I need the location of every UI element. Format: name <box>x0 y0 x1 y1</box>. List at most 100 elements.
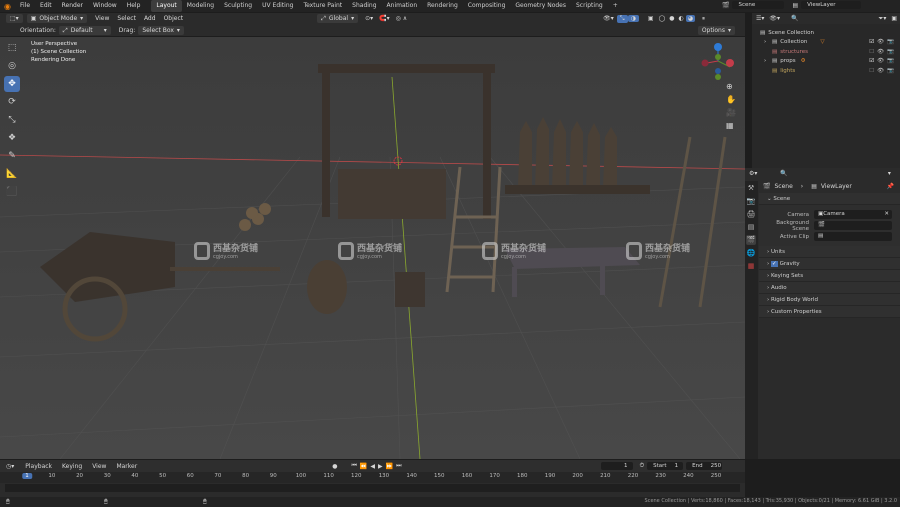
timeline-menu-view[interactable]: View <box>87 463 111 470</box>
options-dropdown[interactable]: Options ▾ <box>697 25 735 35</box>
workspace-tab[interactable]: Modeling <box>182 0 219 12</box>
proportional-edit-icon[interactable]: ◎ ∧ <box>393 15 411 22</box>
prev-keyframe-icon[interactable]: ⏪ <box>360 463 367 470</box>
editor-type-dropdown[interactable]: ⬚▾ <box>6 14 23 23</box>
workspace-tab[interactable]: Texture Paint <box>298 0 347 12</box>
play-icon[interactable]: ▶ <box>378 463 383 470</box>
select-menu[interactable]: Select <box>113 15 140 22</box>
workspace-tab[interactable]: Layout <box>151 0 182 12</box>
pivot-icon[interactable]: ⊙▾ <box>362 15 376 22</box>
drag-dropdown[interactable]: Select Box ▾ <box>138 25 184 35</box>
outliner-root[interactable]: ▤ Scene Collection <box>752 28 900 38</box>
panel-header[interactable]: › Custom Properties <box>759 306 900 318</box>
scene-selector[interactable]: Scene <box>732 1 785 9</box>
gizmo-toggle-icon[interactable]: ⤡ <box>616 14 628 23</box>
menu-file[interactable]: File <box>15 0 35 12</box>
workspace-tab[interactable]: + <box>608 0 623 12</box>
gravity-checkbox[interactable]: ✓ <box>770 261 778 267</box>
outliner-item[interactable]: › ▤ props ⚙ ☑ 👁 📷 <box>752 57 900 67</box>
workspace-tab[interactable]: Geometry Nodes <box>510 0 571 12</box>
eye-icon[interactable]: 👁 <box>877 58 884 64</box>
outliner-item[interactable]: ▤ structures ☐ 👁 📷 <box>752 47 900 57</box>
world-tab-icon[interactable]: 🌐 <box>746 248 756 258</box>
background-scene-input[interactable]: 🎬 <box>814 221 892 230</box>
panel-header[interactable]: › Rigid Body World <box>759 294 900 306</box>
transform-icon[interactable]: ❖ <box>4 130 20 146</box>
view-menu[interactable]: View <box>91 15 113 22</box>
record-icon[interactable]: ● <box>332 463 337 470</box>
workspace-tab[interactable]: Compositing <box>463 0 511 12</box>
add-menu[interactable]: Add <box>140 15 160 22</box>
outliner-editor-icon[interactable]: ☰▾ <box>756 15 764 22</box>
start-frame-field[interactable]: Start 1 <box>647 462 684 470</box>
menu-window[interactable]: Window <box>88 0 122 12</box>
active-clip-input[interactable]: ▤ <box>814 232 892 241</box>
menu-help[interactable]: Help <box>122 0 146 12</box>
timeline-menu-marker[interactable]: Marker <box>111 463 142 470</box>
camera-view-icon[interactable]: 🎥 <box>726 108 736 117</box>
workspace-tab[interactable]: Shading <box>347 0 381 12</box>
scene-tab-icon[interactable]: 🎬 <box>746 235 756 245</box>
jump-start-icon[interactable]: ⏮ <box>351 462 356 470</box>
scene-panel-header[interactable]: ⌄ Scene <box>759 193 900 205</box>
orientation-dropdown[interactable]: ⤢ Default ▾ <box>58 25 111 35</box>
camera-input[interactable]: ▣ Camera ✕ <box>814 210 892 219</box>
timeline-menu-keying[interactable]: Keying <box>57 463 87 470</box>
properties-editor-icon[interactable]: ⚙▾ <box>749 170 757 177</box>
current-frame-field[interactable]: 1 <box>601 462 634 470</box>
shading-rendered-icon[interactable]: ◕ <box>685 15 695 22</box>
chevron-right-icon[interactable]: › <box>764 39 769 45</box>
navigation-gizmo[interactable] <box>698 41 738 81</box>
workspace-tab[interactable]: UV Editing <box>257 0 298 12</box>
next-keyframe-icon[interactable]: ⏩ <box>386 463 393 470</box>
play-reverse-icon[interactable]: ◀ <box>370 463 375 470</box>
eye-icon[interactable]: 👁 <box>877 39 884 45</box>
add-cube-icon[interactable]: ⬛ <box>4 184 20 200</box>
panel-header[interactable]: › ✓ Gravity <box>759 258 900 270</box>
object-menu[interactable]: Object <box>160 15 188 22</box>
new-collection-icon[interactable]: ▣ <box>891 15 897 22</box>
output-tab-icon[interactable]: 🖨 <box>746 209 756 219</box>
snap-icon[interactable]: 🧲▾ <box>376 15 392 22</box>
exclude-checkbox[interactable]: ☐ <box>869 49 874 55</box>
render-camera-icon[interactable]: 📷 <box>887 68 894 74</box>
timeline-editor-icon[interactable]: ◷▾ <box>6 463 14 470</box>
workspace-tab[interactable]: Sculpting <box>219 0 257 12</box>
outliner-item[interactable]: › ▤ Collection ▽ ☑ 👁 📷 <box>752 38 900 48</box>
shading-material-icon[interactable]: ◐ <box>677 15 686 22</box>
workspace-tab[interactable]: Scripting <box>571 0 608 12</box>
mode-dropdown[interactable]: ▣ Object Mode ▾ <box>26 14 88 23</box>
measure-icon[interactable]: 📐 <box>4 166 20 182</box>
shading-solid-icon[interactable]: ● <box>667 15 676 22</box>
overlay-toggle-icon[interactable]: ◑ <box>627 15 639 22</box>
xray-icon[interactable]: ▣ <box>645 15 657 22</box>
panel-header[interactable]: › Keying Sets <box>759 270 900 282</box>
annotate-icon[interactable]: ✎ <box>4 148 20 164</box>
transform-orientation-dropdown[interactable]: ⤢ Global ▾ <box>317 14 359 23</box>
cursor-icon[interactable]: ◎ <box>4 58 20 74</box>
scale-icon[interactable]: ⤡ <box>4 112 20 128</box>
zoom-icon[interactable]: ⊕ <box>726 82 736 91</box>
blender-logo-icon[interactable]: ◉ <box>0 2 15 11</box>
outliner-item[interactable]: ▤ lights ☐ 👁 📷 <box>752 66 900 76</box>
tool-tab-icon[interactable]: ⚒ <box>746 183 756 193</box>
3d-viewport[interactable]: User Perspective (1) Scene Collection Re… <box>0 37 745 459</box>
pin-icon[interactable]: 📌 <box>887 183 894 190</box>
panel-header[interactable]: › Units <box>759 246 900 258</box>
pause-render-icon[interactable]: ⏸ <box>699 15 708 23</box>
eye-icon[interactable]: 👁 <box>877 49 884 55</box>
workspace-tab[interactable]: Rendering <box>422 0 463 12</box>
filter-icon[interactable]: ⏷▾ <box>879 15 887 23</box>
menu-render[interactable]: Render <box>57 0 88 12</box>
shading-wireframe-icon[interactable]: ◯ <box>657 15 668 22</box>
workspace-tab[interactable]: Animation <box>382 0 423 12</box>
exclude-checkbox[interactable]: ☐ <box>869 68 874 74</box>
view-layer-selector[interactable]: ViewLayer <box>801 1 862 9</box>
render-tab-icon[interactable]: 📷 <box>746 196 756 206</box>
chevron-right-icon[interactable]: › <box>764 58 769 64</box>
clock-icon[interactable]: ⏱ <box>639 462 644 470</box>
frame-ruler[interactable]: 1 10 20 30 40 50 60 70 80 90 100 110 120 130 140 150 160… <box>0 472 745 483</box>
render-camera-icon[interactable]: 📷 <box>887 39 894 45</box>
timeline-menu-playback[interactable]: Playback <box>20 463 57 470</box>
exclude-checkbox[interactable]: ☑ <box>869 58 874 64</box>
